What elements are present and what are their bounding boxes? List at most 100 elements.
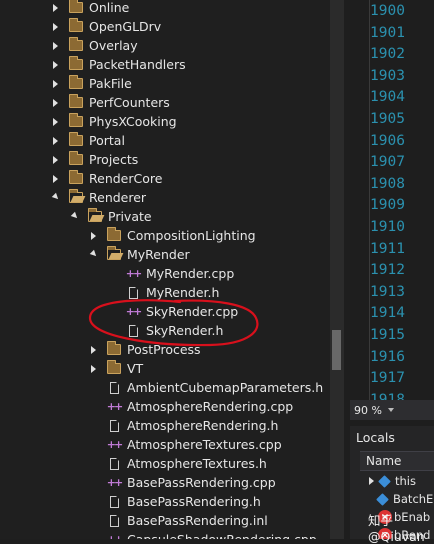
- collapsed-arrow-icon[interactable]: [50, 78, 60, 90]
- tree-item[interactable]: BasePassRendering.inl: [0, 511, 330, 530]
- tree-item[interactable]: MyRender.h: [0, 283, 330, 302]
- expanded-arrow-icon[interactable]: [69, 211, 79, 223]
- header-file-icon: [107, 457, 121, 471]
- collapsed-arrow-icon[interactable]: [50, 21, 60, 33]
- tree-item-label: AmbientCubemapParameters.h: [127, 380, 324, 395]
- tree-item[interactable]: Online: [0, 0, 330, 17]
- line-number: 1903: [370, 67, 405, 84]
- tree-item[interactable]: MyRender: [0, 245, 330, 264]
- locals-row[interactable]: BatchE: [366, 490, 433, 508]
- folder-icon: [69, 94, 83, 108]
- tree-item[interactable]: PhysXCooking: [0, 112, 330, 131]
- tree-item[interactable]: ++ MyRender.cpp: [0, 264, 330, 283]
- folder-open-icon: [88, 208, 102, 222]
- folder-icon: [69, 132, 83, 146]
- line-number: 1909: [370, 197, 405, 214]
- header-file-icon: [126, 286, 140, 300]
- collapsed-arrow-icon[interactable]: [50, 135, 60, 147]
- line-number: 1915: [370, 327, 405, 343]
- folder-icon: [69, 56, 83, 70]
- tree-item[interactable]: AtmosphereTextures.h: [0, 454, 330, 473]
- cpp-file-icon: ++: [107, 400, 124, 414]
- tree-item[interactable]: Overlay: [0, 36, 330, 55]
- variable-cube-icon: [378, 474, 391, 488]
- header-glyph: [109, 457, 119, 470]
- tree-item[interactable]: PacketHandlers: [0, 55, 330, 74]
- tree-item-label: BasePassRendering.cpp: [127, 475, 276, 490]
- tree-item[interactable]: BasePassRendering.h: [0, 492, 330, 511]
- tree-item[interactable]: PostProcess: [0, 340, 330, 359]
- line-number: 1905: [370, 111, 405, 127]
- scrollbar-thumb[interactable]: [332, 330, 341, 370]
- tree-item-label: Renderer: [89, 190, 147, 205]
- collapsed-arrow-icon[interactable]: [50, 97, 60, 109]
- tree-item-label: SkyRender.h: [146, 323, 224, 338]
- header-glyph: [109, 419, 119, 432]
- cpp-file-icon: ++: [126, 267, 143, 281]
- cpp-file-icon: ++: [125, 305, 143, 319]
- tree-item[interactable]: SkyRender.h: [0, 321, 330, 340]
- expanded-arrow-icon[interactable]: [50, 192, 60, 204]
- tree-item[interactable]: OpenGLDrv: [0, 17, 330, 36]
- chevron-down-icon[interactable]: [387, 408, 394, 412]
- line-number: 1910: [370, 219, 405, 235]
- tree-item[interactable]: Portal: [0, 131, 330, 150]
- line-number: 1902: [370, 46, 405, 63]
- folder-icon: [107, 360, 121, 374]
- tree-item[interactable]: VT: [0, 359, 330, 378]
- tree-item-label: OpenGLDrv: [89, 19, 162, 34]
- collapsed-arrow-icon[interactable]: [50, 2, 60, 14]
- vertical-scrollbar[interactable]: [330, 0, 344, 539]
- line-number: 1918: [370, 391, 405, 400]
- tree-item-label: VT: [127, 361, 144, 376]
- tree-item[interactable]: PakFile: [0, 74, 330, 93]
- collapsed-arrow-icon[interactable]: [88, 344, 98, 356]
- tree-item[interactable]: PerfCounters: [0, 93, 330, 112]
- header-file-icon: [107, 419, 121, 433]
- tree-item-label: AtmosphereTextures.cpp: [127, 437, 282, 452]
- collapsed-arrow-icon[interactable]: [88, 230, 98, 242]
- tree-item-label: RenderCore: [89, 171, 163, 186]
- tree-item[interactable]: RenderCore: [0, 169, 330, 188]
- locals-title: Locals: [356, 430, 395, 445]
- collapsed-arrow-icon[interactable]: [50, 154, 60, 166]
- code-editor[interactable]: 1900 1901 1902 1903 1904 1905 1906 1907 1908 1909…: [344, 0, 434, 400]
- tree-item[interactable]: CompositionLighting: [0, 226, 330, 245]
- locals-column-name[interactable]: Name: [360, 451, 434, 471]
- tree-item[interactable]: ++ BasePassRendering.cpp: [0, 473, 330, 492]
- tree-item[interactable]: AmbientCubemapParameters.h: [0, 378, 330, 397]
- tree-item[interactable]: AtmosphereRendering.h: [0, 416, 330, 435]
- collapsed-arrow-icon[interactable]: [50, 59, 60, 71]
- collapsed-arrow-icon[interactable]: [88, 363, 98, 375]
- tree-item[interactable]: ++CapsuleShadowRendering.cpp: [0, 530, 330, 539]
- collapsed-arrow-icon[interactable]: [50, 173, 60, 185]
- tree-item[interactable]: Projects: [0, 150, 330, 169]
- cpp-glyph: ++: [106, 476, 124, 489]
- cpp-file-icon: ++: [107, 533, 124, 539]
- tree-item[interactable]: ++ SkyRender.cpp: [0, 302, 330, 321]
- line-number: 1913: [370, 283, 405, 300]
- tree-item-label: BasePassRendering.inl: [127, 513, 268, 528]
- line-number: 1901: [370, 24, 405, 41]
- tree-item-label: CapsuleShadowRendering.cpp: [127, 532, 317, 539]
- expand-arrow-icon[interactable]: [366, 475, 376, 487]
- tree-item[interactable]: ++ AtmosphereRendering.cpp: [0, 397, 330, 416]
- locals-row[interactable]: this: [366, 472, 416, 490]
- tree-item[interactable]: Private: [0, 207, 330, 226]
- tree-item[interactable]: ++ AtmosphereTextures.cpp: [0, 435, 330, 454]
- header-file-icon: [126, 324, 140, 338]
- cpp-glyph: ++: [125, 305, 143, 318]
- tree-item[interactable]: Renderer: [0, 188, 330, 207]
- folder-icon: [69, 0, 83, 13]
- expanded-arrow-icon[interactable]: [88, 249, 98, 261]
- zoom-control[interactable]: 90 %: [350, 400, 434, 420]
- folder-icon: [69, 18, 83, 32]
- collapsed-arrow-icon[interactable]: [50, 116, 60, 128]
- collapsed-arrow-icon[interactable]: [50, 40, 60, 52]
